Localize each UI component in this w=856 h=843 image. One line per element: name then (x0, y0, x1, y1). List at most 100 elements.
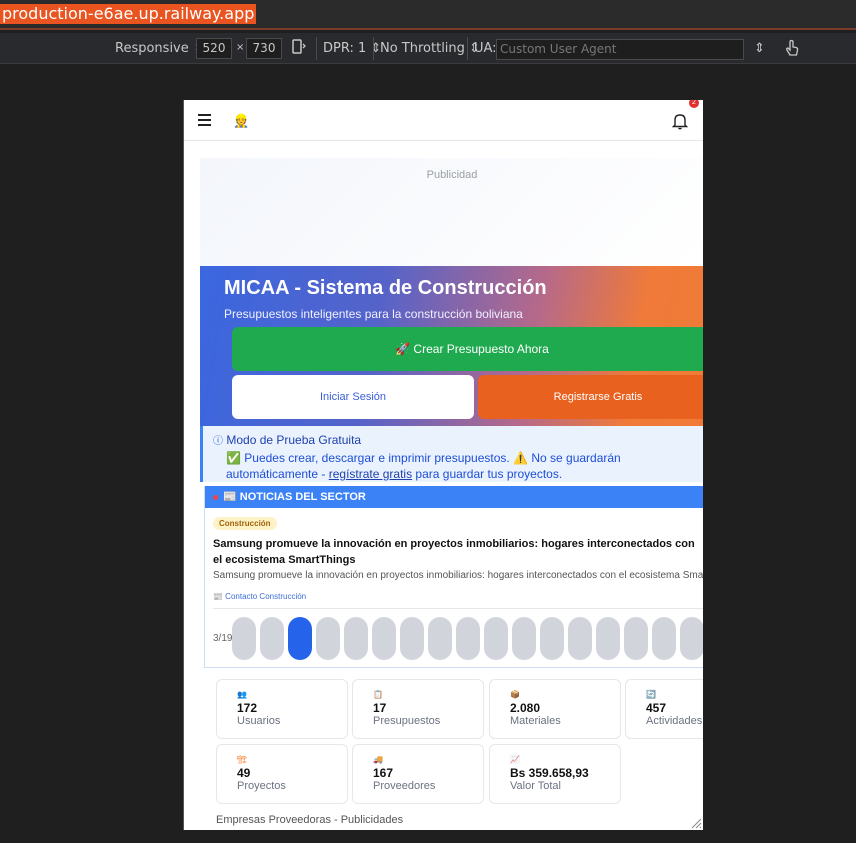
stat-value: 457 (646, 701, 667, 715)
stat-label: Usuarios (237, 715, 281, 727)
stat-label: Actividades (646, 715, 703, 727)
trial-line-2-post: para guardar tus proyectos. (412, 467, 563, 481)
toolbar-divider (316, 37, 317, 60)
hero-title: MICAA - Sistema de Construcción (224, 277, 547, 299)
resize-handle-icon[interactable] (690, 816, 702, 829)
info-icon: ⓘ (213, 436, 223, 447)
news-header: 📰 NOTICIAS DEL SECTOR (205, 486, 703, 508)
trial-notice: ⓘ Modo de Prueba Gratuita ✅ Puedes crear… (200, 426, 703, 482)
touch-hand-icon[interactable] (784, 39, 800, 61)
stat-icon: 📋 (373, 690, 383, 699)
dpr-label: DPR: 1 (323, 41, 367, 56)
toolbar-divider (467, 37, 468, 60)
stat-label: Presupuestos (373, 715, 441, 727)
toolbar-divider (373, 37, 374, 60)
news-title[interactable]: Samsung promueve la innovación en proyec… (213, 536, 703, 568)
bell-icon[interactable] (671, 112, 689, 130)
stat-icon: 👥 (237, 690, 247, 699)
news-panel: 📰 NOTICIAS DEL SECTOR Construcción Samsu… (204, 486, 703, 668)
stat-value: 167 (373, 766, 394, 780)
news-carousel-dot[interactable] (344, 617, 368, 660)
register-button[interactable]: Registrarse Gratis (478, 375, 703, 419)
news-carousel-dot[interactable] (596, 617, 620, 660)
news-carousel-dot[interactable] (652, 617, 676, 660)
ua-select-arrow-icon[interactable]: ⇕ (754, 41, 765, 56)
url-text[interactable]: production-e6ae.up.railway.app (0, 4, 257, 24)
stat-value: 172 (237, 701, 258, 715)
ua-input[interactable]: Custom User Agent (496, 39, 744, 60)
news-carousel-dot[interactable] (288, 617, 312, 660)
stat-label: Valor Total (510, 780, 561, 792)
news-carousel-dot[interactable] (232, 617, 256, 660)
trial-title: Modo de Prueba Gratuita (226, 433, 362, 447)
page-viewport: 👷 2 Publicidad MICAA - Sistema de Constr… (183, 100, 703, 830)
stat-value: 49 (237, 766, 251, 780)
browser-url-bar[interactable]: production-e6ae.up.railway.app (0, 0, 856, 30)
ad-banner: Publicidad (200, 158, 703, 266)
news-carousel-dot[interactable] (456, 617, 480, 660)
times-icon: × (236, 42, 245, 53)
ad-label: Publicidad (426, 169, 478, 181)
news-carousel-dot[interactable] (540, 617, 564, 660)
stat-icon: 📈 (510, 755, 520, 764)
news-carousel-dot[interactable] (372, 617, 396, 660)
stat-card: 🚚 167 Proveedores (352, 744, 484, 804)
news-summary: Samsung promueve la innovación en proyec… (213, 570, 703, 581)
login-button[interactable]: Iniciar Sesión (232, 375, 474, 419)
stat-icon: 🏗 (237, 755, 248, 764)
news-divider (213, 608, 703, 609)
stat-card: 📦 2.080 Materiales (489, 679, 621, 739)
main-content: Publicidad MICAA - Sistema de Construcci… (200, 158, 703, 826)
create-budget-button[interactable]: 🚀 Crear Presupuesto Ahora (232, 327, 703, 371)
stat-card: 🔄 457 Actividades (625, 679, 703, 739)
throttling-label: No Throttling (380, 41, 465, 56)
news-carousel-dot[interactable] (400, 617, 424, 660)
news-source-link[interactable]: 📰 Contacto Construcción (213, 592, 306, 601)
height-input[interactable]: 730 (246, 38, 282, 59)
app-header: 👷 2 (184, 100, 703, 141)
news-carousel-dot[interactable] (624, 617, 648, 660)
stat-icon: 📦 (510, 690, 520, 699)
trial-line-1: ✅ Puedes crear, descargar e imprimir pre… (226, 451, 621, 465)
menu-icon[interactable] (198, 114, 211, 126)
stat-card: 📈 Bs 359.658,93 Valor Total (489, 744, 621, 804)
news-carousel-dot[interactable] (260, 617, 284, 660)
rotate-icon[interactable] (292, 39, 306, 59)
throttling-select[interactable]: No Throttling ⇕ (380, 41, 480, 56)
news-carousel-dot[interactable] (484, 617, 508, 660)
news-page-indicator: 3/19 (213, 633, 233, 644)
news-carousel-dot[interactable] (568, 617, 592, 660)
construction-worker-icon[interactable]: 👷 (233, 113, 249, 129)
hero-subtitle: Presupuestos inteligentes para la constr… (224, 307, 523, 321)
stat-card: 🏗 49 Proyectos (216, 744, 348, 804)
device-select[interactable]: Responsive ⇕ (115, 41, 204, 56)
stat-icon: 🚚 (373, 755, 383, 764)
news-header-label: 📰 NOTICIAS DEL SECTOR (223, 491, 366, 503)
ua-label: UA: (474, 41, 497, 56)
stat-label: Proveedores (373, 780, 436, 792)
stat-card: 📋 17 Presupuestos (352, 679, 484, 739)
stat-label: Materiales (510, 715, 561, 727)
register-free-link[interactable]: regístrate gratis (329, 467, 412, 481)
device-select-label: Responsive (115, 41, 189, 56)
news-carousel-dot[interactable] (512, 617, 536, 660)
stat-value: 2.080 (510, 701, 541, 715)
news-carousel-dot[interactable] (680, 617, 703, 660)
width-input[interactable]: 520 (196, 38, 232, 59)
providers-section-title: Empresas Proveedoras - Publicidades (216, 814, 404, 826)
devtools-device-toolbar: Responsive ⇕ 520 × 730 DPR: 1 ⇕ No Throt… (0, 33, 856, 64)
stat-card: 👥 172 Usuarios (216, 679, 348, 739)
stat-value: 17 (373, 701, 387, 715)
stat-icon: 🔄 (646, 690, 656, 699)
stat-label: Proyectos (237, 780, 286, 792)
news-carousel-dot[interactable] (316, 617, 340, 660)
hero-section: MICAA - Sistema de Construcción Presupue… (200, 266, 703, 426)
news-carousel-dot[interactable] (428, 617, 452, 660)
trial-title-row: ⓘ Modo de Prueba Gratuita (213, 432, 694, 450)
live-dot-icon (213, 494, 218, 500)
notification-badge: 2 (689, 100, 699, 108)
stat-value: Bs 359.658,93 (510, 766, 589, 780)
trial-line-2: automáticamente - regístrate gratis para… (213, 466, 694, 482)
trial-line-2-pre: automáticamente - (226, 467, 329, 481)
news-category-tag: Construcción (213, 517, 277, 530)
